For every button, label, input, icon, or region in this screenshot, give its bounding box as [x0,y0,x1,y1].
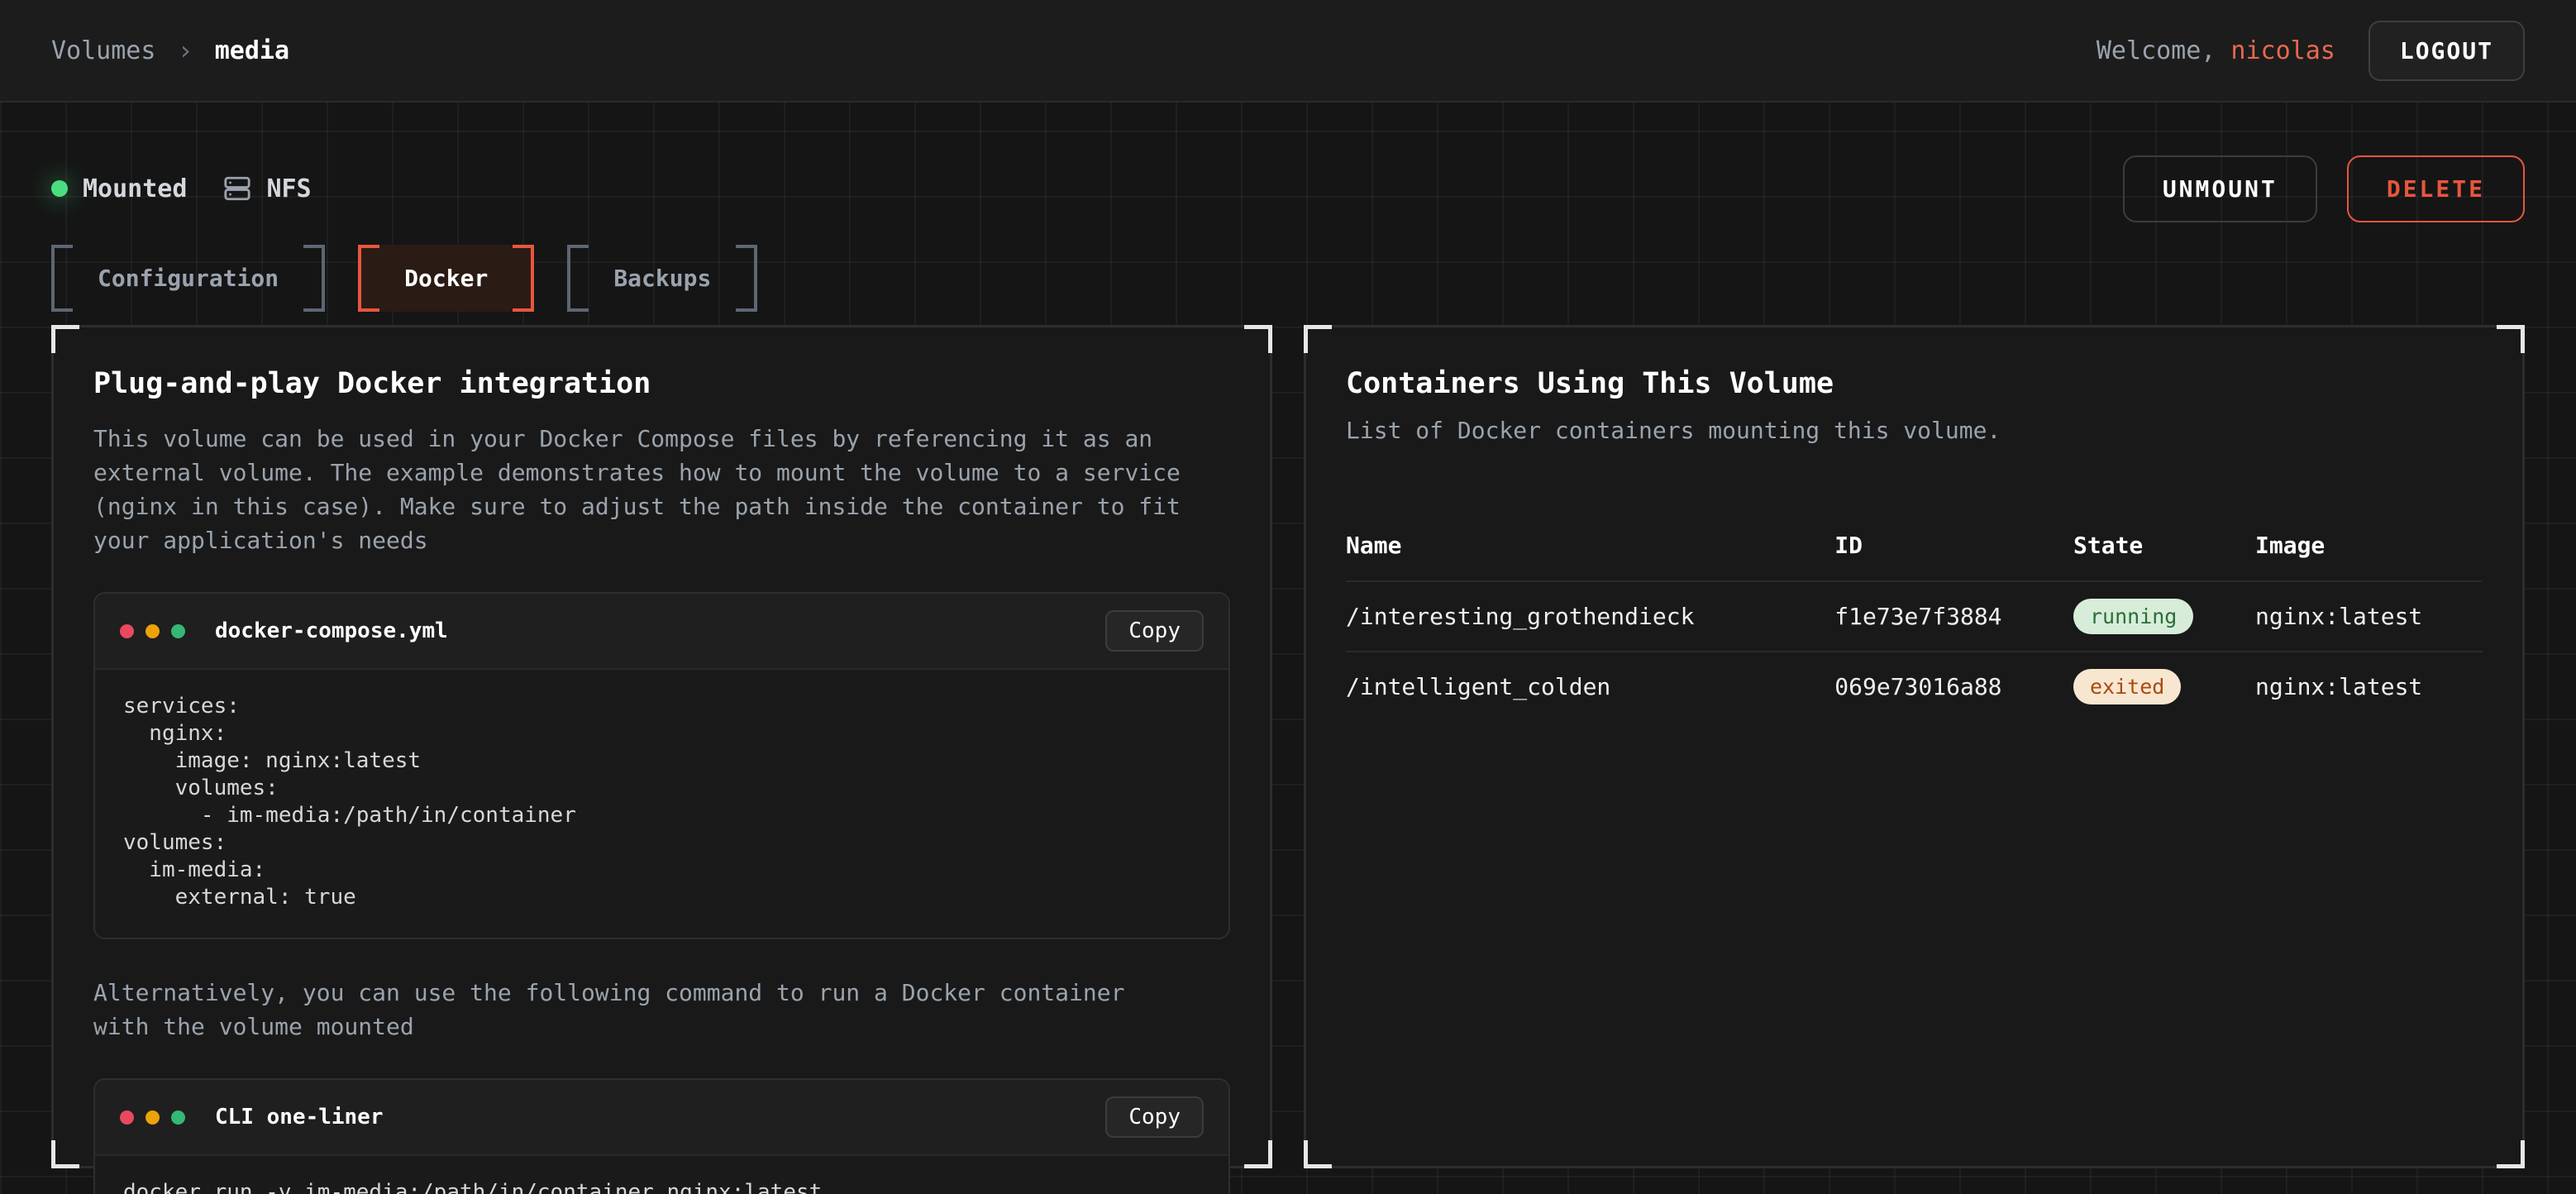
topbar: Volumes › media Welcome, nicolas LOGOUT [0,0,2576,103]
containers-panel: Containers Using This Volume List of Doc… [1304,325,2525,1168]
docker-panel-description: This volume can be used in your Docker C… [93,422,1185,557]
header-name: Name [1346,532,1834,559]
server-icon [223,174,251,203]
panel-corner-icon [2497,325,2525,353]
volume-actions: UNMOUNT DELETE [2123,155,2525,222]
container-id: 069e73016a88 [1834,673,2073,700]
compose-filename: docker-compose.yml [215,618,448,643]
header-image: Image [2255,532,2483,559]
container-state: running [2073,599,2255,634]
compose-code-header: docker-compose.yml Copy [95,594,1228,670]
driver-label: NFS [266,174,311,203]
compose-code-block: docker-compose.yml Copy services: nginx:… [93,592,1230,939]
container-name: /intelligent_colden [1346,673,1834,700]
panel-corner-icon [1244,1140,1272,1168]
container-state: exited [2073,669,2255,704]
header-id: ID [1834,532,2073,559]
tab-backups[interactable]: Backups [567,245,757,312]
username: nicolas [2230,36,2335,65]
container-id: f1e73e7f3884 [1834,603,2073,630]
breadcrumb-volumes-link[interactable]: Volumes [51,36,155,65]
panel-corner-icon [1304,325,1332,353]
docker-integration-panel: Plug-and-play Docker integration This vo… [51,325,1272,1168]
breadcrumb-current-volume: media [215,36,289,65]
containers-panel-title: Containers Using This Volume [1346,367,2483,400]
compose-code-content: services: nginx: image: nginx:latest vol… [95,670,1228,938]
topbar-right: Welcome, nicolas LOGOUT [2097,21,2525,81]
status-row: Mounted NFS UNMOUNT DELETE [51,155,2525,222]
panel-corner-icon [1304,1140,1332,1168]
tab-docker[interactable]: Docker [358,245,534,312]
welcome-prefix: Welcome, [2097,36,2231,65]
welcome-text: Welcome, nicolas [2097,36,2335,65]
volume-status: Mounted NFS [51,174,312,203]
table-row: /intelligent_colden 069e73016a88 exited … [1346,651,2483,721]
container-image: nginx:latest [2255,673,2483,700]
logout-button[interactable]: LOGOUT [2368,21,2525,81]
mounted-status-label: Mounted [83,174,187,203]
mounted-status: Mounted [51,174,187,203]
container-name: /interesting_grothendieck [1346,603,1834,630]
unmount-button[interactable]: UNMOUNT [2123,155,2317,222]
panel-corner-icon [51,325,79,353]
containers-table-header: Name ID State Image [1346,515,2483,580]
cli-code-content: docker run -v im-media:/path/in/containe… [95,1156,1228,1194]
cli-intro-text: Alternatively, you can use the following… [93,976,1185,1044]
traffic-green-icon [171,624,185,638]
traffic-red-icon [120,1110,134,1125]
traffic-amber-icon [145,1110,160,1125]
status-badge-exited: exited [2073,669,2181,704]
containers-panel-subtitle: List of Docker containers mounting this … [1346,417,2483,444]
cli-filename: CLI one-liner [215,1105,384,1130]
traffic-red-icon [120,624,134,638]
traffic-green-icon [171,1110,185,1125]
breadcrumb: Volumes › media [51,35,289,66]
delete-button[interactable]: DELETE [2347,155,2525,222]
panel-corner-icon [2497,1140,2525,1168]
traffic-lights-icon [120,1110,185,1125]
cli-copy-button[interactable]: Copy [1105,1096,1204,1138]
tab-bar: Configuration Docker Backups [51,245,2525,312]
container-image: nginx:latest [2255,603,2483,630]
containers-table: Name ID State Image /interesting_grothen… [1346,515,2483,721]
compose-copy-button[interactable]: Copy [1105,610,1204,652]
traffic-amber-icon [145,624,160,638]
header-state: State [2073,532,2255,559]
cli-code-header: CLI one-liner Copy [95,1080,1228,1156]
table-row: /interesting_grothendieck f1e73e7f3884 r… [1346,580,2483,651]
driver-status: NFS [223,174,311,203]
mounted-status-dot-icon [51,180,68,197]
panel-corner-icon [51,1140,79,1168]
status-badge-running: running [2073,599,2193,634]
panel-corner-icon [1244,325,1272,353]
docker-panel-title: Plug-and-play Docker integration [93,367,1230,400]
cli-code-block: CLI one-liner Copy docker run -v im-medi… [93,1078,1230,1194]
tab-configuration[interactable]: Configuration [51,245,325,312]
main-content: Plug-and-play Docker integration This vo… [51,325,2525,1168]
chevron-right-icon: › [177,35,193,66]
traffic-lights-icon [120,624,185,638]
